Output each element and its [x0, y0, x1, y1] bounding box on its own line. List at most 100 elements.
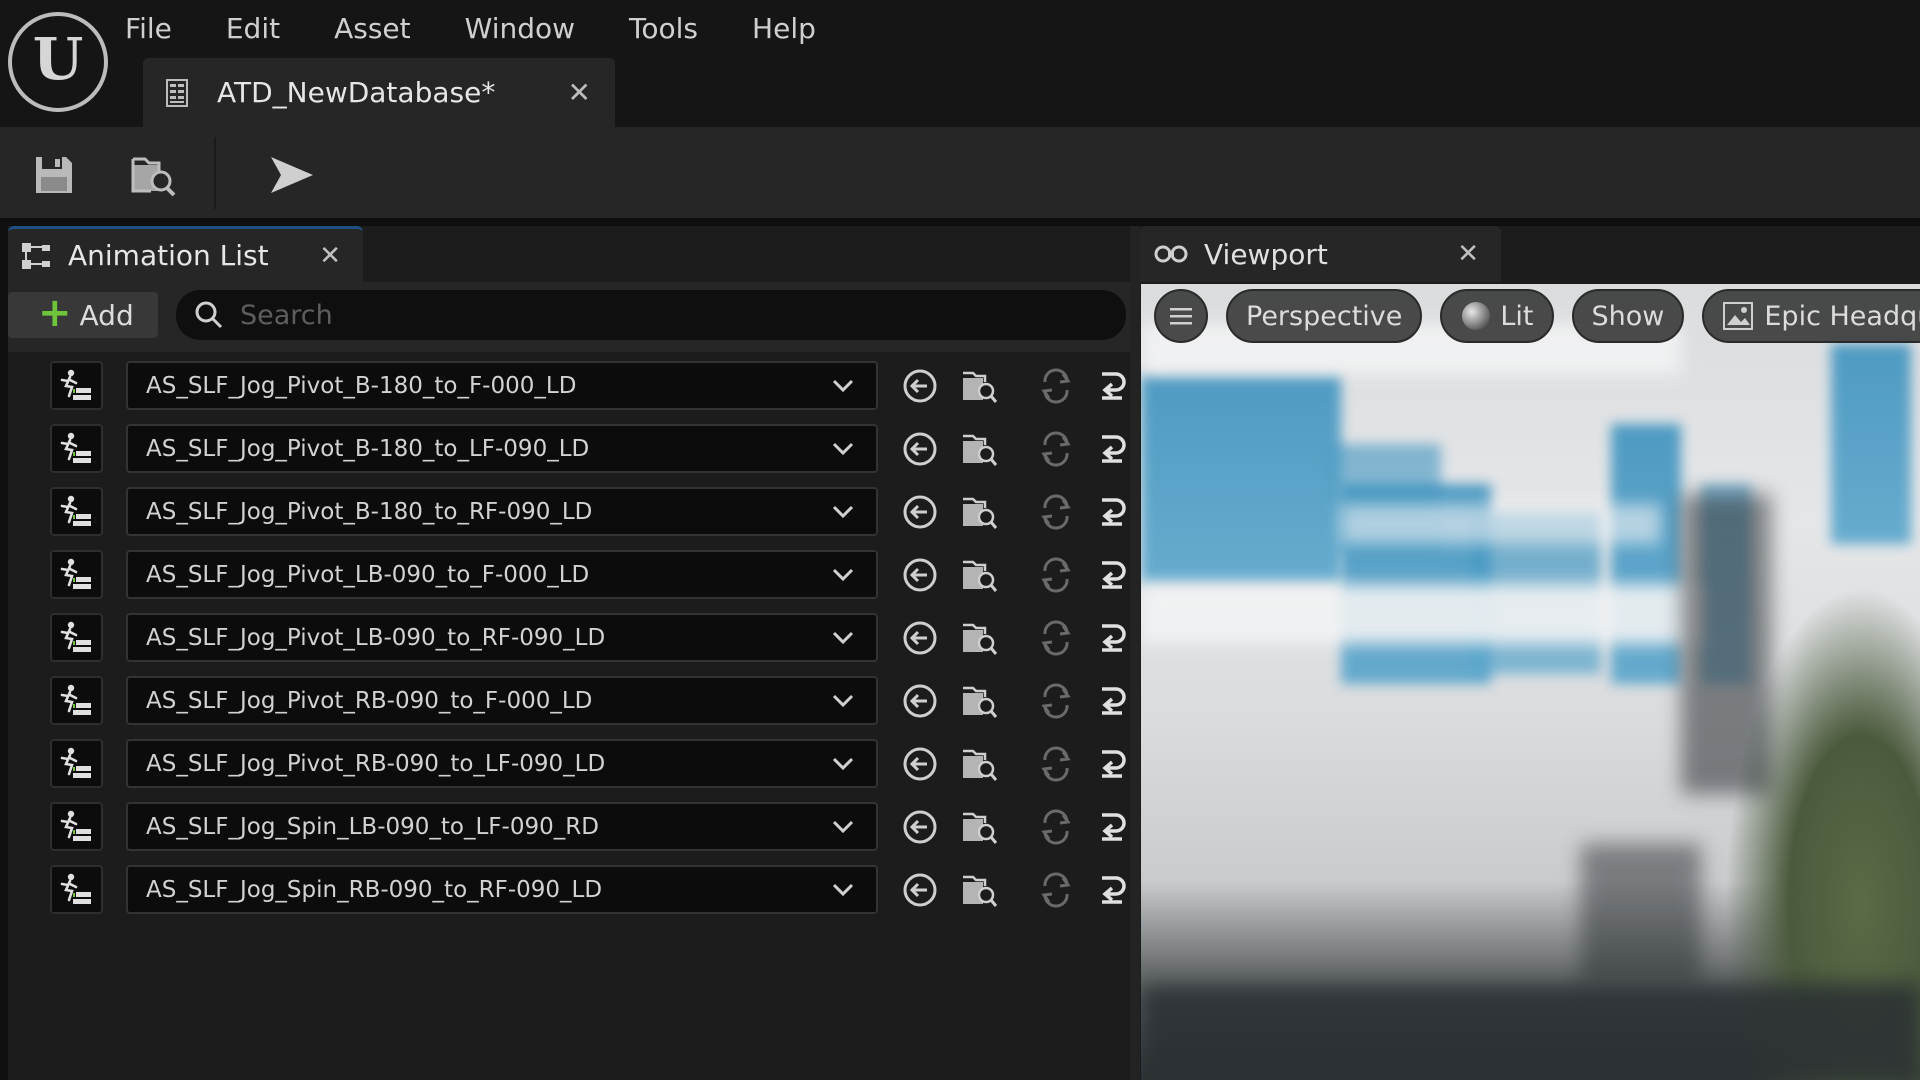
replace-asset-button[interactable]	[1090, 868, 1134, 912]
show-button[interactable]: Show	[1571, 289, 1685, 343]
perspective-button[interactable]: Perspective	[1226, 289, 1423, 343]
replace-asset-button[interactable]	[1090, 805, 1134, 849]
animation-type-button[interactable]	[50, 550, 103, 599]
browse-asset-button[interactable]	[958, 805, 1002, 849]
search-input[interactable]	[240, 299, 1120, 331]
use-selected-asset-button[interactable]	[898, 868, 942, 912]
add-button[interactable]: + Add	[8, 292, 158, 338]
lit-sphere-icon	[1462, 302, 1491, 330]
browse-button[interactable]	[126, 147, 182, 203]
animation-type-button[interactable]	[50, 487, 103, 536]
replace-asset-button[interactable]	[1090, 364, 1134, 408]
browse-folder-icon	[963, 623, 998, 655]
asset-name: AS_SLF_Jog_Pivot_RB-090_to_F-000_LD	[146, 687, 593, 714]
browse-asset-button[interactable]	[958, 679, 1002, 723]
close-animation-list-icon[interactable]: ✕	[319, 241, 341, 271]
lit-button[interactable]: Lit	[1440, 289, 1554, 343]
use-selected-asset-button[interactable]	[898, 805, 942, 849]
save-button[interactable]	[26, 147, 82, 203]
use-selected-asset-button[interactable]	[898, 490, 942, 534]
asset-picker-dropdown[interactable]: AS_SLF_Jog_Spin_LB-090_to_LF-090_RD	[126, 802, 878, 851]
animation-type-button[interactable]	[50, 424, 103, 473]
reset-to-default-button[interactable]	[1034, 616, 1078, 660]
asset-picker-dropdown[interactable]: AS_SLF_Jog_Pivot_B-180_to_F-000_LD	[126, 361, 878, 410]
unreal-logo-icon[interactable]: U	[8, 12, 108, 112]
browse-asset-button[interactable]	[958, 490, 1002, 534]
play-button[interactable]	[264, 147, 320, 203]
animation-list-panel: Animation List ✕ + Add AS_SL	[8, 226, 1130, 1080]
animation-sequence-icon	[60, 558, 91, 589]
replace-asset-button[interactable]	[1090, 679, 1134, 723]
browse-asset-button[interactable]	[958, 427, 1002, 471]
asset-picker-dropdown[interactable]: AS_SLF_Jog_Pivot_RB-090_to_LF-090_LD	[126, 739, 878, 788]
animation-list-row: AS_SLF_Jog_Pivot_RB-090_to_LF-090_LD	[8, 734, 1130, 797]
browse-asset-button[interactable]	[958, 364, 1002, 408]
asset-picker-dropdown[interactable]: AS_SLF_Jog_Spin_RB-090_to_RF-090_LD	[126, 865, 878, 914]
use-selected-asset-button[interactable]	[898, 553, 942, 597]
environment-button[interactable]: Epic Headqua	[1702, 289, 1920, 343]
reset-to-default-button[interactable]	[1034, 805, 1078, 849]
browse-asset-button[interactable]	[958, 553, 1002, 597]
reset-to-default-button[interactable]	[1034, 427, 1078, 471]
title-bar: U File Edit Asset Window Tools Help ATD_…	[0, 0, 1920, 127]
asset-picker-dropdown[interactable]: AS_SLF_Jog_Pivot_RB-090_to_F-000_LD	[126, 676, 878, 725]
replace-asset-button[interactable]	[1090, 616, 1134, 660]
reset-to-default-button[interactable]	[1034, 364, 1078, 408]
asset-picker-dropdown[interactable]: AS_SLF_Jog_Pivot_B-180_to_LF-090_LD	[126, 424, 878, 473]
reset-to-default-button[interactable]	[1034, 868, 1078, 912]
replace-asset-button[interactable]	[1090, 427, 1134, 471]
reset-arrows-icon	[1041, 431, 1071, 467]
scene-shadow	[1581, 844, 1701, 984]
menu-tools[interactable]: Tools	[629, 12, 698, 45]
asset-picker-dropdown[interactable]: AS_SLF_Jog_Pivot_B-180_to_RF-090_LD	[126, 487, 878, 536]
asset-name: AS_SLF_Jog_Pivot_LB-090_to_RF-090_LD	[146, 624, 606, 651]
asset-picker-dropdown[interactable]: AS_SLF_Jog_Pivot_LB-090_to_F-000_LD	[126, 550, 878, 599]
menu-asset[interactable]: Asset	[334, 12, 411, 45]
menu-edit[interactable]: Edit	[226, 12, 280, 45]
browse-asset-button[interactable]	[958, 868, 1002, 912]
menu-file[interactable]: File	[125, 12, 172, 45]
replace-asset-button[interactable]	[1090, 553, 1134, 597]
animation-type-button[interactable]	[50, 361, 103, 410]
browse-asset-button[interactable]	[958, 616, 1002, 660]
menu-window[interactable]: Window	[465, 12, 575, 45]
search-box[interactable]	[176, 290, 1126, 340]
viewport-scene[interactable]	[1141, 284, 1920, 1080]
asset-picker-dropdown[interactable]: AS_SLF_Jog_Pivot_LB-090_to_RF-090_LD	[126, 613, 878, 662]
reset-to-default-button[interactable]	[1034, 742, 1078, 786]
animation-type-button[interactable]	[50, 802, 103, 851]
scene-window-pane	[1141, 374, 1341, 584]
reset-to-default-button[interactable]	[1034, 679, 1078, 723]
menu-help[interactable]: Help	[752, 12, 816, 45]
viewport-options-button[interactable]	[1154, 289, 1208, 343]
use-selected-asset-button[interactable]	[898, 742, 942, 786]
viewport-camera-icon	[1154, 245, 1188, 263]
scene-beam	[1141, 584, 1701, 644]
animation-list-tab[interactable]: Animation List ✕	[8, 226, 363, 282]
viewport-tab[interactable]: Viewport ✕	[1140, 226, 1501, 282]
asset-name: AS_SLF_Jog_Spin_RB-090_to_RF-090_LD	[146, 876, 603, 903]
animation-type-button[interactable]	[50, 739, 103, 788]
use-selected-asset-button[interactable]	[898, 679, 942, 723]
replace-asset-button[interactable]	[1090, 490, 1134, 534]
replace-arrow-icon	[1102, 435, 1126, 463]
animation-type-button[interactable]	[50, 613, 103, 662]
close-document-tab-icon[interactable]: ✕	[568, 76, 591, 109]
database-icon	[166, 78, 188, 107]
use-selected-asset-button[interactable]	[898, 364, 942, 408]
browse-asset-button[interactable]	[958, 742, 1002, 786]
document-tab[interactable]: ATD_NewDatabase* ✕	[143, 58, 615, 127]
chevron-down-icon	[832, 820, 854, 833]
use-selected-arrow-icon	[903, 684, 937, 718]
animation-type-button[interactable]	[50, 676, 103, 725]
reset-to-default-button[interactable]	[1034, 553, 1078, 597]
use-selected-asset-button[interactable]	[898, 427, 942, 471]
panel-splitter[interactable]	[1130, 226, 1140, 1080]
animation-sequence-icon	[60, 495, 91, 526]
replace-asset-button[interactable]	[1090, 742, 1134, 786]
close-viewport-icon[interactable]: ✕	[1457, 239, 1479, 269]
animation-type-button[interactable]	[50, 865, 103, 914]
main-toolbar	[0, 127, 1920, 218]
use-selected-asset-button[interactable]	[898, 616, 942, 660]
reset-to-default-button[interactable]	[1034, 490, 1078, 534]
